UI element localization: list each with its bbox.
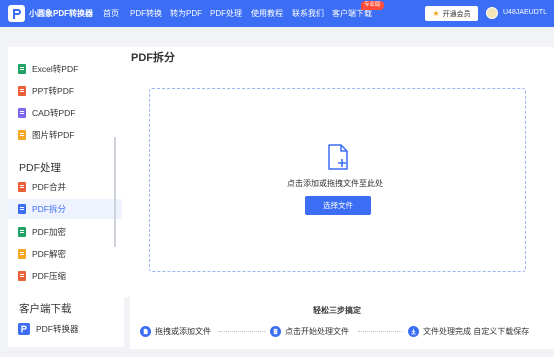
section-heading-client-download: 客户端下载 — [19, 303, 72, 315]
step-label: 拖拽或添加文件 — [155, 327, 211, 336]
sidebar: Excel转PDF PPT转PDF CAD转PDF 图片转PDF PDF处理 P… — [8, 47, 124, 347]
pro-badge: 专业版 — [361, 1, 384, 10]
add-file-icon[interactable] — [327, 144, 349, 170]
split-file-icon — [18, 204, 26, 214]
merge-file-icon — [18, 182, 26, 192]
step-3: 文件处理完成 自定义下载保存 — [408, 326, 529, 337]
sidebar-item-cad-to-pdf[interactable]: CAD转PDF — [18, 105, 75, 121]
nav-home[interactable]: 首页 — [103, 8, 119, 19]
sidebar-item-label: 图片转PDF — [32, 130, 75, 140]
compress-file-icon — [18, 271, 26, 281]
avatar[interactable] — [486, 7, 498, 19]
steps-title: 轻松三步搞定 — [313, 306, 361, 315]
nav-contact[interactable]: 联系我们 — [292, 8, 324, 19]
sidebar-item-ppt-to-pdf[interactable]: PPT转PDF — [18, 83, 74, 99]
nav-tutorial[interactable]: 使用教程 — [251, 8, 283, 19]
upload-file-icon — [140, 326, 151, 337]
sidebar-item-label: PPT转PDF — [32, 86, 75, 96]
step-1: 拖拽或添加文件 — [140, 326, 211, 337]
sidebar-item-pdf-converter-app[interactable]: PDF转换器 — [18, 321, 79, 337]
top-nav-bar: 小圆象PDF转换器 首页 PDF转换 转为PDF PDF处理 使用教程 联系我们… — [0, 0, 554, 27]
vip-button[interactable]: ★ 开通会员 — [425, 6, 478, 21]
nav-to-pdf[interactable]: 转为PDF — [170, 8, 202, 19]
sidebar-item-label: Excel转PDF — [32, 64, 79, 74]
sidebar-item-label: PDF合并 — [32, 182, 67, 192]
sidebar-item-label: PDF压缩 — [32, 271, 67, 281]
vip-button-label: 开通会员 — [442, 10, 471, 18]
decrypt-file-icon — [18, 249, 26, 259]
ppt-file-icon — [18, 86, 26, 96]
select-file-button[interactable]: 选择文件 — [305, 196, 371, 215]
step-2: 点击开始处理文件 — [270, 326, 349, 337]
step-label: 文件处理完成 自定义下载保存 — [423, 327, 530, 336]
sidebar-item-label: PDF加密 — [32, 227, 67, 237]
pdf-app-icon — [18, 323, 30, 335]
sidebar-item-label: PDF拆分 — [32, 204, 67, 214]
sidebar-item-image-to-pdf[interactable]: 图片转PDF — [18, 127, 75, 143]
sidebar-item-pdf-encrypt[interactable]: PDF加密 — [18, 224, 66, 240]
cad-file-icon — [18, 108, 26, 118]
logo-icon[interactable] — [8, 5, 25, 22]
nav-pdf-convert[interactable]: PDF转换 — [130, 8, 162, 19]
crown-icon: ★ — [432, 9, 440, 18]
step-connector — [358, 331, 402, 332]
excel-file-icon — [18, 64, 26, 74]
sidebar-item-pdf-split[interactable]: PDF拆分 — [8, 199, 122, 219]
nav-pdf-process[interactable]: PDF处理 — [210, 8, 242, 19]
sidebar-item-label: CAD转PDF — [32, 108, 76, 118]
sidebar-item-pdf-merge[interactable]: PDF合并 — [18, 179, 66, 195]
sidebar-item-pdf-decrypt[interactable]: PDF解密 — [18, 246, 66, 262]
step-label: 点击开始处理文件 — [285, 327, 349, 336]
page-title: PDF拆分 — [131, 52, 175, 64]
encrypt-file-icon — [18, 227, 26, 237]
brand-name[interactable]: 小圆象PDF转换器 — [29, 8, 93, 19]
sidebar-item-label: PDF转换器 — [36, 324, 79, 334]
sidebar-scrollbar[interactable] — [114, 137, 116, 247]
sidebar-item-excel-to-pdf[interactable]: Excel转PDF — [18, 61, 78, 77]
sidebar-item-pdf-compress[interactable]: PDF压缩 — [18, 268, 66, 284]
download-icon — [408, 326, 419, 337]
username[interactable]: U48JAEUDTL — [503, 9, 547, 16]
drop-hint-text: 点击添加或拖拽文件至此处 — [287, 179, 383, 188]
sidebar-item-label: PDF解密 — [32, 249, 67, 259]
step-connector — [219, 331, 265, 332]
section-heading-pdf-process: PDF处理 — [19, 162, 61, 174]
start-process-icon — [270, 326, 281, 337]
image-file-icon — [18, 130, 26, 140]
